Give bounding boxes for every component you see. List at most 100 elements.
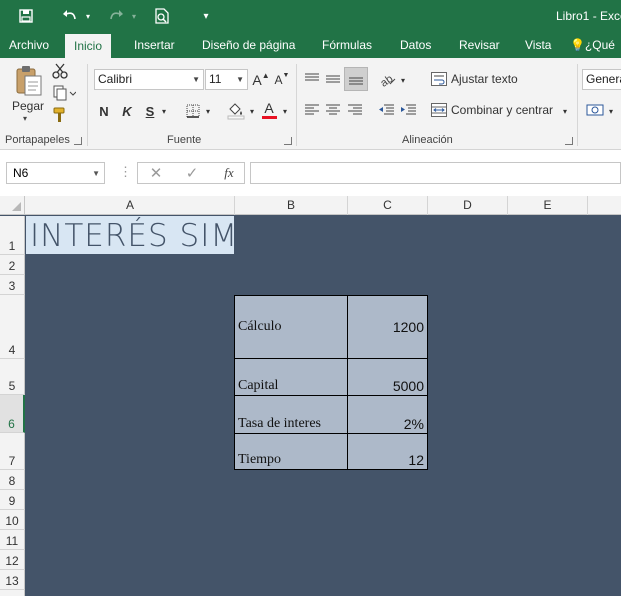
table-cell-label[interactable]: Tiempo bbox=[234, 433, 348, 470]
underline-button[interactable]: S bbox=[142, 100, 158, 122]
row-header-8[interactable]: 8 bbox=[0, 470, 25, 490]
insert-function-icon[interactable]: fx bbox=[220, 164, 238, 182]
table-cell-value[interactable]: 1200 bbox=[347, 295, 428, 359]
font-launcher-icon[interactable] bbox=[284, 137, 292, 145]
row-header-11[interactable]: 11 bbox=[0, 530, 25, 550]
align-right-icon[interactable] bbox=[346, 100, 364, 120]
align-left-icon[interactable] bbox=[303, 100, 321, 120]
row-header-12[interactable]: 12 bbox=[0, 550, 25, 570]
row-header-5[interactable]: 5 bbox=[0, 359, 25, 395]
row-header-9[interactable]: 9 bbox=[0, 490, 25, 510]
font-color-dropdown-icon[interactable]: ▾ bbox=[280, 104, 290, 118]
formula-bar-grip-icon[interactable]: ⋮ bbox=[119, 164, 132, 180]
tell-me-box[interactable]: 💡¿Qué bbox=[570, 32, 621, 58]
tab-formulas[interactable]: Fórmulas bbox=[313, 32, 381, 58]
font-color-swatch bbox=[261, 116, 277, 119]
table-cell-value[interactable]: 12 bbox=[347, 433, 428, 470]
name-box[interactable]: N6 ▼ bbox=[6, 162, 105, 184]
row-header-2[interactable]: 2 bbox=[0, 255, 25, 275]
lightbulb-icon: 💡 bbox=[570, 38, 585, 52]
column-header-d[interactable]: D bbox=[428, 196, 508, 215]
accounting-dropdown-icon[interactable]: ▾ bbox=[606, 104, 616, 118]
italic-button[interactable]: K bbox=[119, 100, 135, 122]
row-header-1[interactable]: 1 bbox=[0, 216, 25, 255]
row-header-13[interactable]: 13 bbox=[0, 570, 25, 590]
font-color-icon[interactable]: A bbox=[260, 98, 278, 122]
name-box-value: N6 bbox=[13, 166, 29, 180]
copy-icon[interactable] bbox=[50, 84, 78, 102]
wrap-text-icon[interactable] bbox=[430, 69, 448, 89]
alignment-launcher-icon[interactable] bbox=[565, 137, 573, 145]
customize-toolbar-icon[interactable]: ▾ bbox=[199, 6, 213, 26]
tab-inicio[interactable]: Inicio bbox=[65, 34, 112, 58]
align-middle-icon[interactable] bbox=[324, 69, 342, 89]
bold-button[interactable]: N bbox=[96, 100, 112, 122]
column-header-e[interactable]: E bbox=[508, 196, 588, 215]
decrease-indent-icon[interactable] bbox=[376, 100, 396, 120]
font-size-select[interactable]: 11 ▼ bbox=[205, 69, 248, 90]
align-center-icon[interactable] bbox=[324, 100, 342, 120]
merge-center-icon[interactable] bbox=[430, 100, 448, 120]
increase-indent-icon[interactable] bbox=[398, 100, 418, 120]
grow-font-icon[interactable]: A ▲ bbox=[252, 69, 270, 90]
format-painter-icon[interactable] bbox=[50, 106, 70, 124]
paste-icon[interactable] bbox=[12, 64, 44, 98]
column-header-c[interactable]: C bbox=[348, 196, 428, 215]
print-preview-icon[interactable] bbox=[150, 6, 174, 26]
underline-dropdown-icon[interactable]: ▾ bbox=[159, 104, 169, 118]
cut-icon[interactable] bbox=[50, 62, 70, 80]
formula-input[interactable] bbox=[250, 162, 621, 184]
column-header-a[interactable]: A bbox=[26, 196, 235, 215]
tab-datos[interactable]: Datos bbox=[391, 32, 440, 58]
column-header-f[interactable] bbox=[588, 196, 621, 215]
table-cell-value[interactable]: 5000 bbox=[347, 358, 428, 396]
save-icon[interactable] bbox=[14, 6, 38, 26]
accounting-format-icon[interactable] bbox=[584, 100, 606, 120]
row-header-6[interactable]: 6 bbox=[0, 395, 25, 433]
enter-icon[interactable]: ✓ bbox=[184, 164, 200, 182]
tab-insertar[interactable]: Insertar bbox=[125, 32, 184, 58]
select-all-button[interactable] bbox=[0, 196, 25, 215]
shrink-font-icon[interactable]: A ▼ bbox=[273, 69, 291, 90]
align-top-icon[interactable] bbox=[303, 69, 321, 89]
ribbon-tabs: Archivo Inicio Insertar Diseño de página… bbox=[0, 32, 621, 58]
tab-revisar[interactable]: Revisar bbox=[450, 32, 509, 58]
merge-dropdown-icon[interactable]: ▾ bbox=[560, 104, 570, 118]
group-separator bbox=[577, 64, 578, 146]
fill-color-icon[interactable] bbox=[226, 100, 246, 122]
table-cell-label[interactable]: Capital bbox=[234, 358, 348, 396]
redo-icon[interactable] bbox=[104, 6, 128, 26]
row-header-3[interactable]: 3 bbox=[0, 275, 25, 295]
table-cell-value[interactable]: 2% bbox=[347, 395, 428, 434]
wrap-text-label[interactable]: Ajustar texto bbox=[451, 72, 518, 86]
number-format-select[interactable]: Genera bbox=[582, 69, 621, 90]
paste-label[interactable]: Pegar bbox=[12, 99, 44, 113]
row-header-10[interactable]: 10 bbox=[0, 510, 25, 530]
borders-icon[interactable] bbox=[184, 100, 202, 122]
row-header-4[interactable]: 4 bbox=[0, 295, 25, 359]
tab-vista[interactable]: Vista bbox=[516, 32, 560, 58]
row-header-14[interactable] bbox=[0, 590, 25, 596]
borders-dropdown-icon[interactable]: ▾ bbox=[203, 104, 213, 118]
cancel-icon[interactable]: ✕ bbox=[148, 164, 164, 182]
row-header-7[interactable]: 7 bbox=[0, 433, 25, 470]
paste-dropdown-icon[interactable]: ▾ bbox=[23, 114, 27, 123]
undo-icon[interactable] bbox=[58, 6, 82, 26]
align-bottom-icon[interactable] bbox=[344, 67, 368, 91]
merge-center-label[interactable]: Combinar y centrar bbox=[451, 103, 553, 117]
redo-dropdown-icon[interactable]: ▾ bbox=[129, 6, 139, 26]
undo-dropdown-icon[interactable]: ▾ bbox=[83, 6, 93, 26]
font-name-select[interactable]: Calibri ▼ bbox=[94, 69, 204, 90]
column-header-b[interactable]: B bbox=[235, 196, 348, 215]
table-cell-label[interactable]: Cálculo bbox=[234, 295, 348, 359]
table-cell-label[interactable]: Tasa de interes bbox=[234, 395, 348, 434]
sheet-title-cell[interactable]: INTERÉS SIMPLE bbox=[26, 216, 234, 254]
tab-archivo[interactable]: Archivo bbox=[0, 32, 58, 58]
clipboard-group-label: Portapapeles bbox=[5, 134, 70, 146]
clipboard-launcher-icon[interactable] bbox=[74, 137, 82, 145]
orientation-icon[interactable]: ab bbox=[378, 69, 398, 89]
tab-diseno-pagina[interactable]: Diseño de página bbox=[193, 32, 304, 58]
orientation-dropdown-icon[interactable]: ▾ bbox=[398, 73, 408, 87]
fill-color-dropdown-icon[interactable]: ▾ bbox=[247, 104, 257, 118]
group-separator bbox=[87, 64, 88, 146]
